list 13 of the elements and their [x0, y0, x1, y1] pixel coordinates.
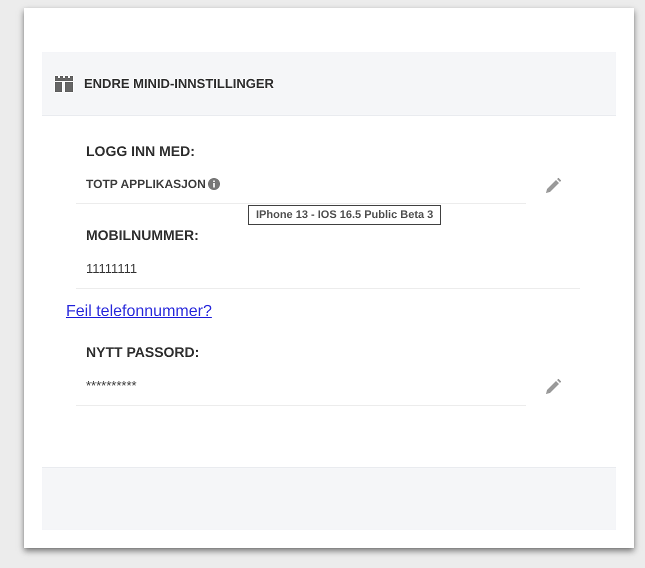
- wrong-number-link[interactable]: Feil telefonnummer?: [66, 303, 212, 321]
- field-value: **********: [86, 378, 137, 393]
- pencil-icon[interactable]: [544, 176, 562, 194]
- field-value: 11111111: [86, 261, 138, 276]
- header-title: ENDRE MINID-INNSTILLINGER: [84, 76, 274, 91]
- field-label: LOGG INN MED:: [86, 142, 195, 161]
- pencil-icon[interactable]: [544, 378, 562, 396]
- tooltip: IPhone 13 - IOS 16.5 Public Beta 3: [248, 205, 442, 225]
- field-value: TOTP APPLIKASJON: [86, 177, 206, 191]
- info-icon[interactable]: [208, 178, 220, 190]
- field-label: MOBILNUMMER:: [86, 226, 199, 245]
- field-label: NYTT PASSORD:: [86, 343, 200, 362]
- castle-icon: [54, 74, 74, 92]
